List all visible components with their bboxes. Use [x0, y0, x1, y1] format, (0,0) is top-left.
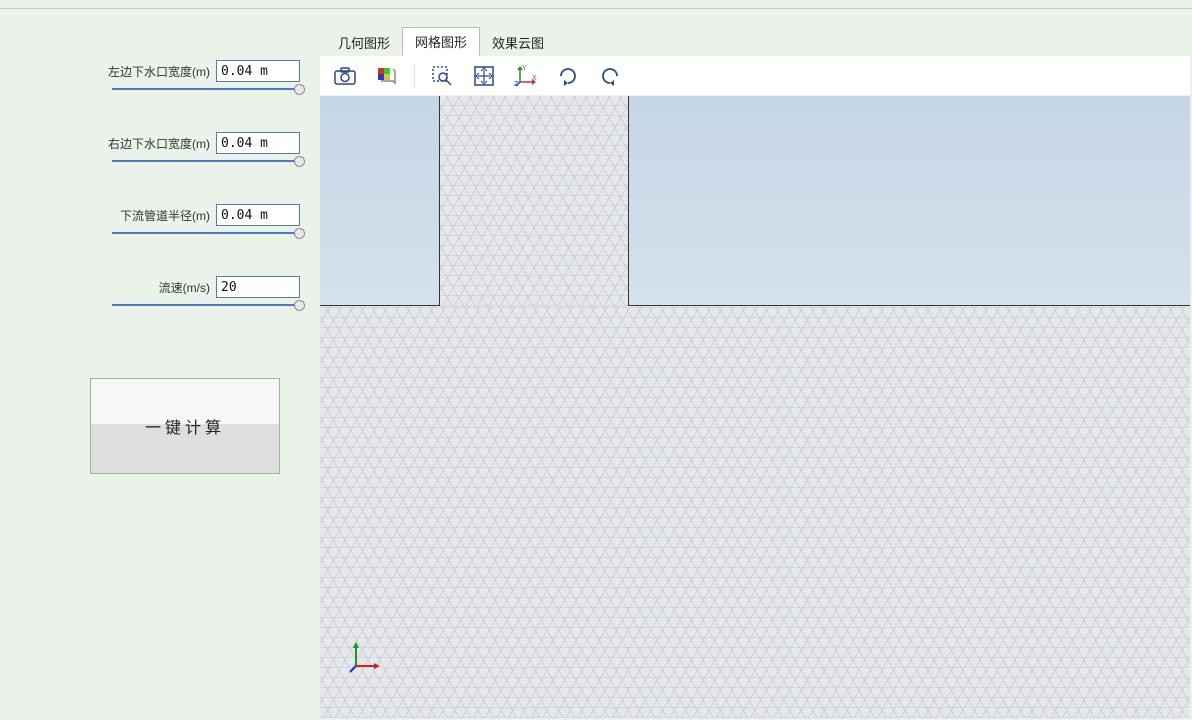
axis-orient-icon[interactable]: YX Z	[511, 61, 541, 91]
mesh-pattern	[320, 306, 1190, 718]
fit-screen-icon[interactable]	[469, 61, 499, 91]
svg-text:X: X	[532, 75, 537, 82]
tab-mesh[interactable]: 网格图形	[402, 27, 480, 56]
viewer-toolbar: YX Z	[320, 56, 1190, 96]
velocity-input[interactable]	[216, 276, 300, 298]
param-label: 下流管道半径(m)	[120, 207, 210, 224]
param-label: 左边下水口宽度(m)	[108, 63, 210, 80]
svg-text:Z: Z	[514, 81, 519, 88]
mesh-notch	[440, 96, 628, 306]
toolbar-separator	[414, 64, 415, 88]
top-divider	[0, 8, 1192, 9]
axis-triad-icon	[348, 640, 382, 674]
mesh-region	[320, 306, 1190, 718]
rotate-left-icon[interactable]	[595, 61, 625, 91]
left-width-input[interactable]	[216, 60, 300, 82]
camera-icon[interactable]	[330, 61, 360, 91]
velocity-slider[interactable]	[20, 300, 300, 320]
mesh-viewport[interactable]	[320, 96, 1190, 718]
mesh-pattern	[440, 96, 628, 306]
right-width-slider[interactable]	[20, 156, 300, 176]
solid-block-left	[320, 96, 440, 306]
param-row-left-width: 左边下水口宽度(m)	[20, 60, 300, 82]
pipe-radius-input[interactable]	[216, 204, 300, 226]
zoom-box-icon[interactable]	[427, 61, 457, 91]
calculate-button[interactable]: 一键计算	[90, 378, 280, 474]
main-area: 几何图形 网格图形 效果云图 YX Z	[320, 30, 1190, 718]
transparency-icon[interactable]	[372, 61, 402, 91]
pipe-radius-slider[interactable]	[20, 228, 300, 248]
right-width-input[interactable]	[216, 132, 300, 154]
svg-text:Y: Y	[522, 65, 527, 72]
param-label: 右边下水口宽度(m)	[108, 135, 210, 152]
tab-contour[interactable]: 效果云图	[480, 29, 556, 56]
param-row-pipe-radius: 下流管道半径(m)	[20, 204, 300, 226]
parameter-panel: 左边下水口宽度(m) 右边下水口宽度(m) 下流管道半径(m) 流速(m/s) …	[0, 30, 320, 474]
param-label: 流速(m/s)	[159, 279, 210, 296]
view-tabs: 几何图形 网格图形 效果云图	[320, 30, 1190, 56]
param-row-velocity: 流速(m/s)	[20, 276, 300, 298]
tab-geometry[interactable]: 几何图形	[326, 29, 402, 56]
rotate-right-icon[interactable]	[553, 61, 583, 91]
solid-block-right	[628, 96, 1190, 306]
left-width-slider[interactable]	[20, 84, 300, 104]
param-row-right-width: 右边下水口宽度(m)	[20, 132, 300, 154]
